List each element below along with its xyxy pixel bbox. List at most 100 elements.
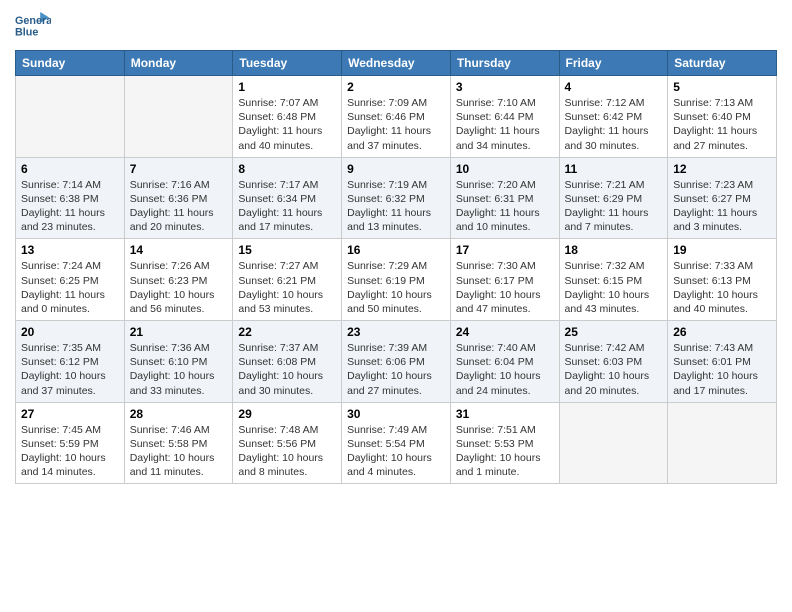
calendar-cell: 23 Sunrise: 7:39 AM Sunset: 6:06 PM Dayli… (342, 321, 451, 403)
day-header-monday: Monday (124, 51, 233, 76)
calendar-cell: 2Sunrise: 7:09 AM Sunset: 6:46 PM Daylig… (342, 76, 451, 158)
calendar-cell: 15 Sunrise: 7:27 AM Sunset: 6:21 PM Dayli… (233, 239, 342, 321)
day-info: Sunrise: 7:24 AM Sunset: 6:25 PM Dayligh… (21, 259, 119, 316)
calendar-cell: 19 Sunrise: 7:33 AM Sunset: 6:13 PM Dayli… (668, 239, 777, 321)
day-number: 17 (456, 243, 554, 257)
day-info: Sunrise: 7:45 AM Sunset: 5:59 PM Dayligh… (21, 423, 119, 480)
day-number: 14 (130, 243, 228, 257)
calendar-cell: 1 Sunrise: 7:07 AM Sunset: 6:48 PM Daylig… (233, 76, 342, 158)
day-info: Sunrise: 7:39 AM Sunset: 6:06 PM Dayligh… (347, 341, 445, 398)
calendar-cell: 18Sunrise: 7:32 AM Sunset: 6:15 PM Dayli… (559, 239, 668, 321)
calendar-cell: 25 Sunrise: 7:42 AM Sunset: 6:03 PM Dayli… (559, 321, 668, 403)
week-row-4: 20 Sunrise: 7:35 AM Sunset: 6:12 PM Dayli… (16, 321, 777, 403)
day-number: 1 (238, 80, 336, 94)
week-row-3: 13 Sunrise: 7:24 AM Sunset: 6:25 PM Dayli… (16, 239, 777, 321)
day-info: Sunrise: 7:36 AM Sunset: 6:10 PM Dayligh… (130, 341, 228, 398)
calendar-cell: 17 Sunrise: 7:30 AM Sunset: 6:17 PM Dayli… (450, 239, 559, 321)
calendar-cell: 22 Sunrise: 7:37 AM Sunset: 6:08 PM Dayli… (233, 321, 342, 403)
day-header-friday: Friday (559, 51, 668, 76)
calendar-cell: 26 Sunrise: 7:43 AM Sunset: 6:01 PM Dayli… (668, 321, 777, 403)
day-number: 4 (565, 80, 663, 94)
day-number: 2 (347, 80, 445, 94)
day-header-thursday: Thursday (450, 51, 559, 76)
day-number: 19 (673, 243, 771, 257)
day-info: Sunrise: 7:26 AM Sunset: 6:23 PM Dayligh… (130, 259, 228, 316)
day-info: Sunrise: 7:35 AM Sunset: 6:12 PM Dayligh… (21, 341, 119, 398)
calendar-cell: 27 Sunrise: 7:45 AM Sunset: 5:59 PM Dayli… (16, 402, 125, 484)
calendar-cell (668, 402, 777, 484)
day-info: Sunrise: 7:14 AM Sunset: 6:38 PM Dayligh… (21, 178, 119, 235)
day-info: Sunrise: 7:42 AM Sunset: 6:03 PM Dayligh… (565, 341, 663, 398)
day-number: 26 (673, 325, 771, 339)
day-number: 16 (347, 243, 445, 257)
day-info: Sunrise: 7:19 AM Sunset: 6:32 PM Dayligh… (347, 178, 445, 235)
day-info: Sunrise: 7:43 AM Sunset: 6:01 PM Dayligh… (673, 341, 771, 398)
day-number: 3 (456, 80, 554, 94)
calendar-cell: 5 Sunrise: 7:13 AM Sunset: 6:40 PM Daylig… (668, 76, 777, 158)
day-header-tuesday: Tuesday (233, 51, 342, 76)
day-info: Sunrise: 7:48 AM Sunset: 5:56 PM Dayligh… (238, 423, 336, 480)
day-number: 12 (673, 162, 771, 176)
calendar-cell: 21 Sunrise: 7:36 AM Sunset: 6:10 PM Dayli… (124, 321, 233, 403)
day-number: 28 (130, 407, 228, 421)
day-info: Sunrise: 7:46 AM Sunset: 5:58 PM Dayligh… (130, 423, 228, 480)
header-row: SundayMondayTuesdayWednesdayThursdayFrid… (16, 51, 777, 76)
day-number: 7 (130, 162, 228, 176)
day-info: Sunrise: 7:51 AM Sunset: 5:53 PM Dayligh… (456, 423, 554, 480)
calendar-cell: 7 Sunrise: 7:16 AM Sunset: 6:36 PM Daylig… (124, 157, 233, 239)
day-header-sunday: Sunday (16, 51, 125, 76)
day-number: 24 (456, 325, 554, 339)
svg-text:General: General (15, 15, 51, 27)
calendar-cell: 4Sunrise: 7:12 AM Sunset: 6:42 PM Daylig… (559, 76, 668, 158)
calendar-cell: 16 Sunrise: 7:29 AM Sunset: 6:19 PM Dayli… (342, 239, 451, 321)
day-info: Sunrise: 7:40 AM Sunset: 6:04 PM Dayligh… (456, 341, 554, 398)
week-row-5: 27 Sunrise: 7:45 AM Sunset: 5:59 PM Dayli… (16, 402, 777, 484)
day-info: Sunrise: 7:07 AM Sunset: 6:48 PM Dayligh… (238, 96, 336, 153)
day-number: 13 (21, 243, 119, 257)
week-row-1: 1 Sunrise: 7:07 AM Sunset: 6:48 PM Daylig… (16, 76, 777, 158)
logo-svg: GeneralBlue (15, 10, 51, 42)
calendar-cell: 13 Sunrise: 7:24 AM Sunset: 6:25 PM Dayli… (16, 239, 125, 321)
day-number: 18 (565, 243, 663, 257)
calendar-cell: 29 Sunrise: 7:48 AM Sunset: 5:56 PM Dayli… (233, 402, 342, 484)
day-info: Sunrise: 7:29 AM Sunset: 6:19 PM Dayligh… (347, 259, 445, 316)
calendar-cell (559, 402, 668, 484)
day-number: 22 (238, 325, 336, 339)
day-number: 25 (565, 325, 663, 339)
day-number: 31 (456, 407, 554, 421)
day-info: Sunrise: 7:13 AM Sunset: 6:40 PM Dayligh… (673, 96, 771, 153)
calendar-cell: 11 Sunrise: 7:21 AM Sunset: 6:29 PM Dayli… (559, 157, 668, 239)
day-info: Sunrise: 7:10 AM Sunset: 6:44 PM Dayligh… (456, 96, 554, 153)
day-info: Sunrise: 7:16 AM Sunset: 6:36 PM Dayligh… (130, 178, 228, 235)
day-info: Sunrise: 7:30 AM Sunset: 6:17 PM Dayligh… (456, 259, 554, 316)
day-info: Sunrise: 7:27 AM Sunset: 6:21 PM Dayligh… (238, 259, 336, 316)
day-number: 11 (565, 162, 663, 176)
calendar-cell: 30Sunrise: 7:49 AM Sunset: 5:54 PM Dayli… (342, 402, 451, 484)
day-header-saturday: Saturday (668, 51, 777, 76)
header: GeneralBlue (15, 10, 777, 42)
day-number: 23 (347, 325, 445, 339)
day-info: Sunrise: 7:37 AM Sunset: 6:08 PM Dayligh… (238, 341, 336, 398)
day-header-wednesday: Wednesday (342, 51, 451, 76)
calendar-cell: 3 Sunrise: 7:10 AM Sunset: 6:44 PM Daylig… (450, 76, 559, 158)
calendar-cell: 6Sunrise: 7:14 AM Sunset: 6:38 PM Daylig… (16, 157, 125, 239)
calendar-table: SundayMondayTuesdayWednesdayThursdayFrid… (15, 50, 777, 484)
calendar-cell: 28 Sunrise: 7:46 AM Sunset: 5:58 PM Dayli… (124, 402, 233, 484)
day-number: 5 (673, 80, 771, 94)
week-row-2: 6Sunrise: 7:14 AM Sunset: 6:38 PM Daylig… (16, 157, 777, 239)
day-number: 29 (238, 407, 336, 421)
day-info: Sunrise: 7:21 AM Sunset: 6:29 PM Dayligh… (565, 178, 663, 235)
calendar-cell (124, 76, 233, 158)
day-info: Sunrise: 7:17 AM Sunset: 6:34 PM Dayligh… (238, 178, 336, 235)
day-number: 15 (238, 243, 336, 257)
day-number: 20 (21, 325, 119, 339)
day-number: 21 (130, 325, 228, 339)
calendar-cell: 10Sunrise: 7:20 AM Sunset: 6:31 PM Dayli… (450, 157, 559, 239)
calendar-cell: 24 Sunrise: 7:40 AM Sunset: 6:04 PM Dayli… (450, 321, 559, 403)
svg-text:Blue: Blue (15, 26, 38, 38)
day-info: Sunrise: 7:20 AM Sunset: 6:31 PM Dayligh… (456, 178, 554, 235)
calendar-cell: 9Sunrise: 7:19 AM Sunset: 6:32 PM Daylig… (342, 157, 451, 239)
day-number: 27 (21, 407, 119, 421)
day-info: Sunrise: 7:33 AM Sunset: 6:13 PM Dayligh… (673, 259, 771, 316)
calendar-cell: 8Sunrise: 7:17 AM Sunset: 6:34 PM Daylig… (233, 157, 342, 239)
